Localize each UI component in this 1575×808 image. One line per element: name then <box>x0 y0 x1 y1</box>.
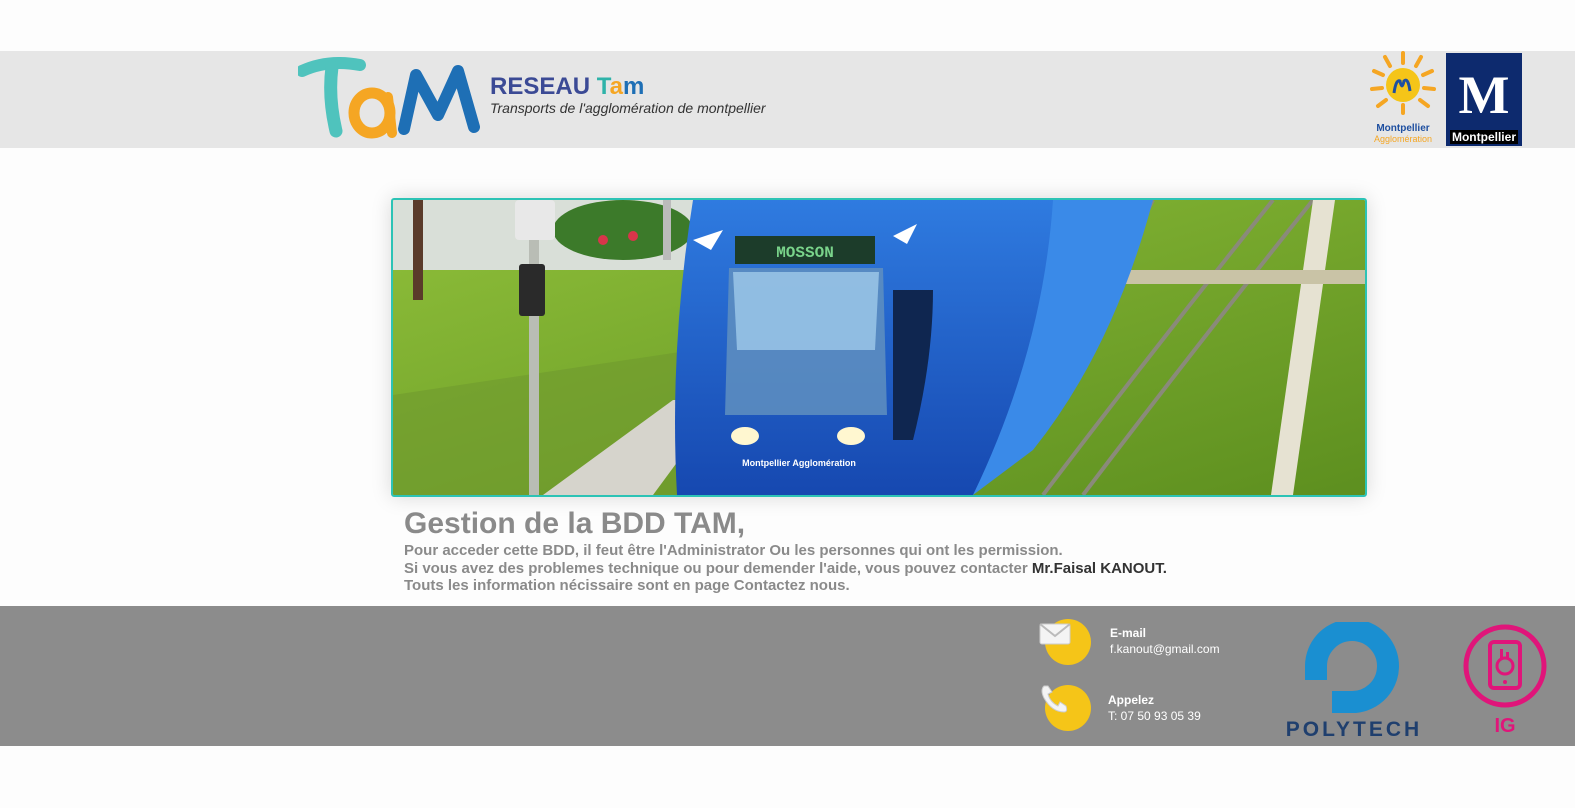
polytech-logo[interactable]: POLYTECH <box>1262 622 1446 740</box>
site-header: RESEAU Tam Transports de l'agglomération… <box>0 51 1575 148</box>
svg-text:MOSSON: MOSSON <box>776 244 834 262</box>
svg-text:Agglomération: Agglomération <box>1374 134 1432 144</box>
email-value[interactable]: f.kanout@gmail.com <box>1110 642 1220 656</box>
tam-logo[interactable] <box>298 57 480 141</box>
montpellier-city-logo[interactable]: M Montpellier <box>1446 53 1522 146</box>
montpellier-agglomeration-logo[interactable]: Montpellier Agglomération <box>1366 51 1440 147</box>
contact-name: Mr.Faisal KANOUT <box>1031 559 1163 577</box>
phone-label: Appelez <box>1108 693 1155 707</box>
svg-text:IG: IG <box>1494 715 1515 737</box>
site-subtitle: Transports de l'agglomération de montpel… <box>490 100 766 116</box>
welcome-line-3: Touts les information nécissaire sont en… <box>404 577 850 594</box>
welcome-line-1: Pour acceder cette BDD, il feut être l'A… <box>404 542 1063 559</box>
welcome-message: Pour acceder cette BDD, il feut être l'A… <box>404 542 1167 595</box>
page-title: Gestion de la BDD TAM, <box>404 507 746 540</box>
svg-text:Montpellier: Montpellier <box>1376 123 1429 134</box>
site-footer: E-mail f.kanout@gmail.com Appelez T: 07 … <box>0 606 1575 746</box>
ig-logo[interactable]: IG <box>1462 624 1550 742</box>
phone-icon[interactable] <box>1036 682 1092 738</box>
email-label: E-mail <box>1110 626 1147 640</box>
phone-value[interactable]: T: 07 50 93 05 39 <box>1108 709 1201 723</box>
envelope-icon[interactable] <box>1036 618 1092 674</box>
svg-text:POLYTECH: POLYTECH <box>1286 718 1422 740</box>
hero-banner: MOSSON Montpellier Agglomération <box>391 198 1367 497</box>
welcome-line-2: Si vous avez des problemes technique ou … <box>404 559 1167 577</box>
site-title: RESEAU Tam <box>490 73 645 100</box>
svg-text:Montpellier Agglomération: Montpellier Agglomération <box>742 458 856 468</box>
